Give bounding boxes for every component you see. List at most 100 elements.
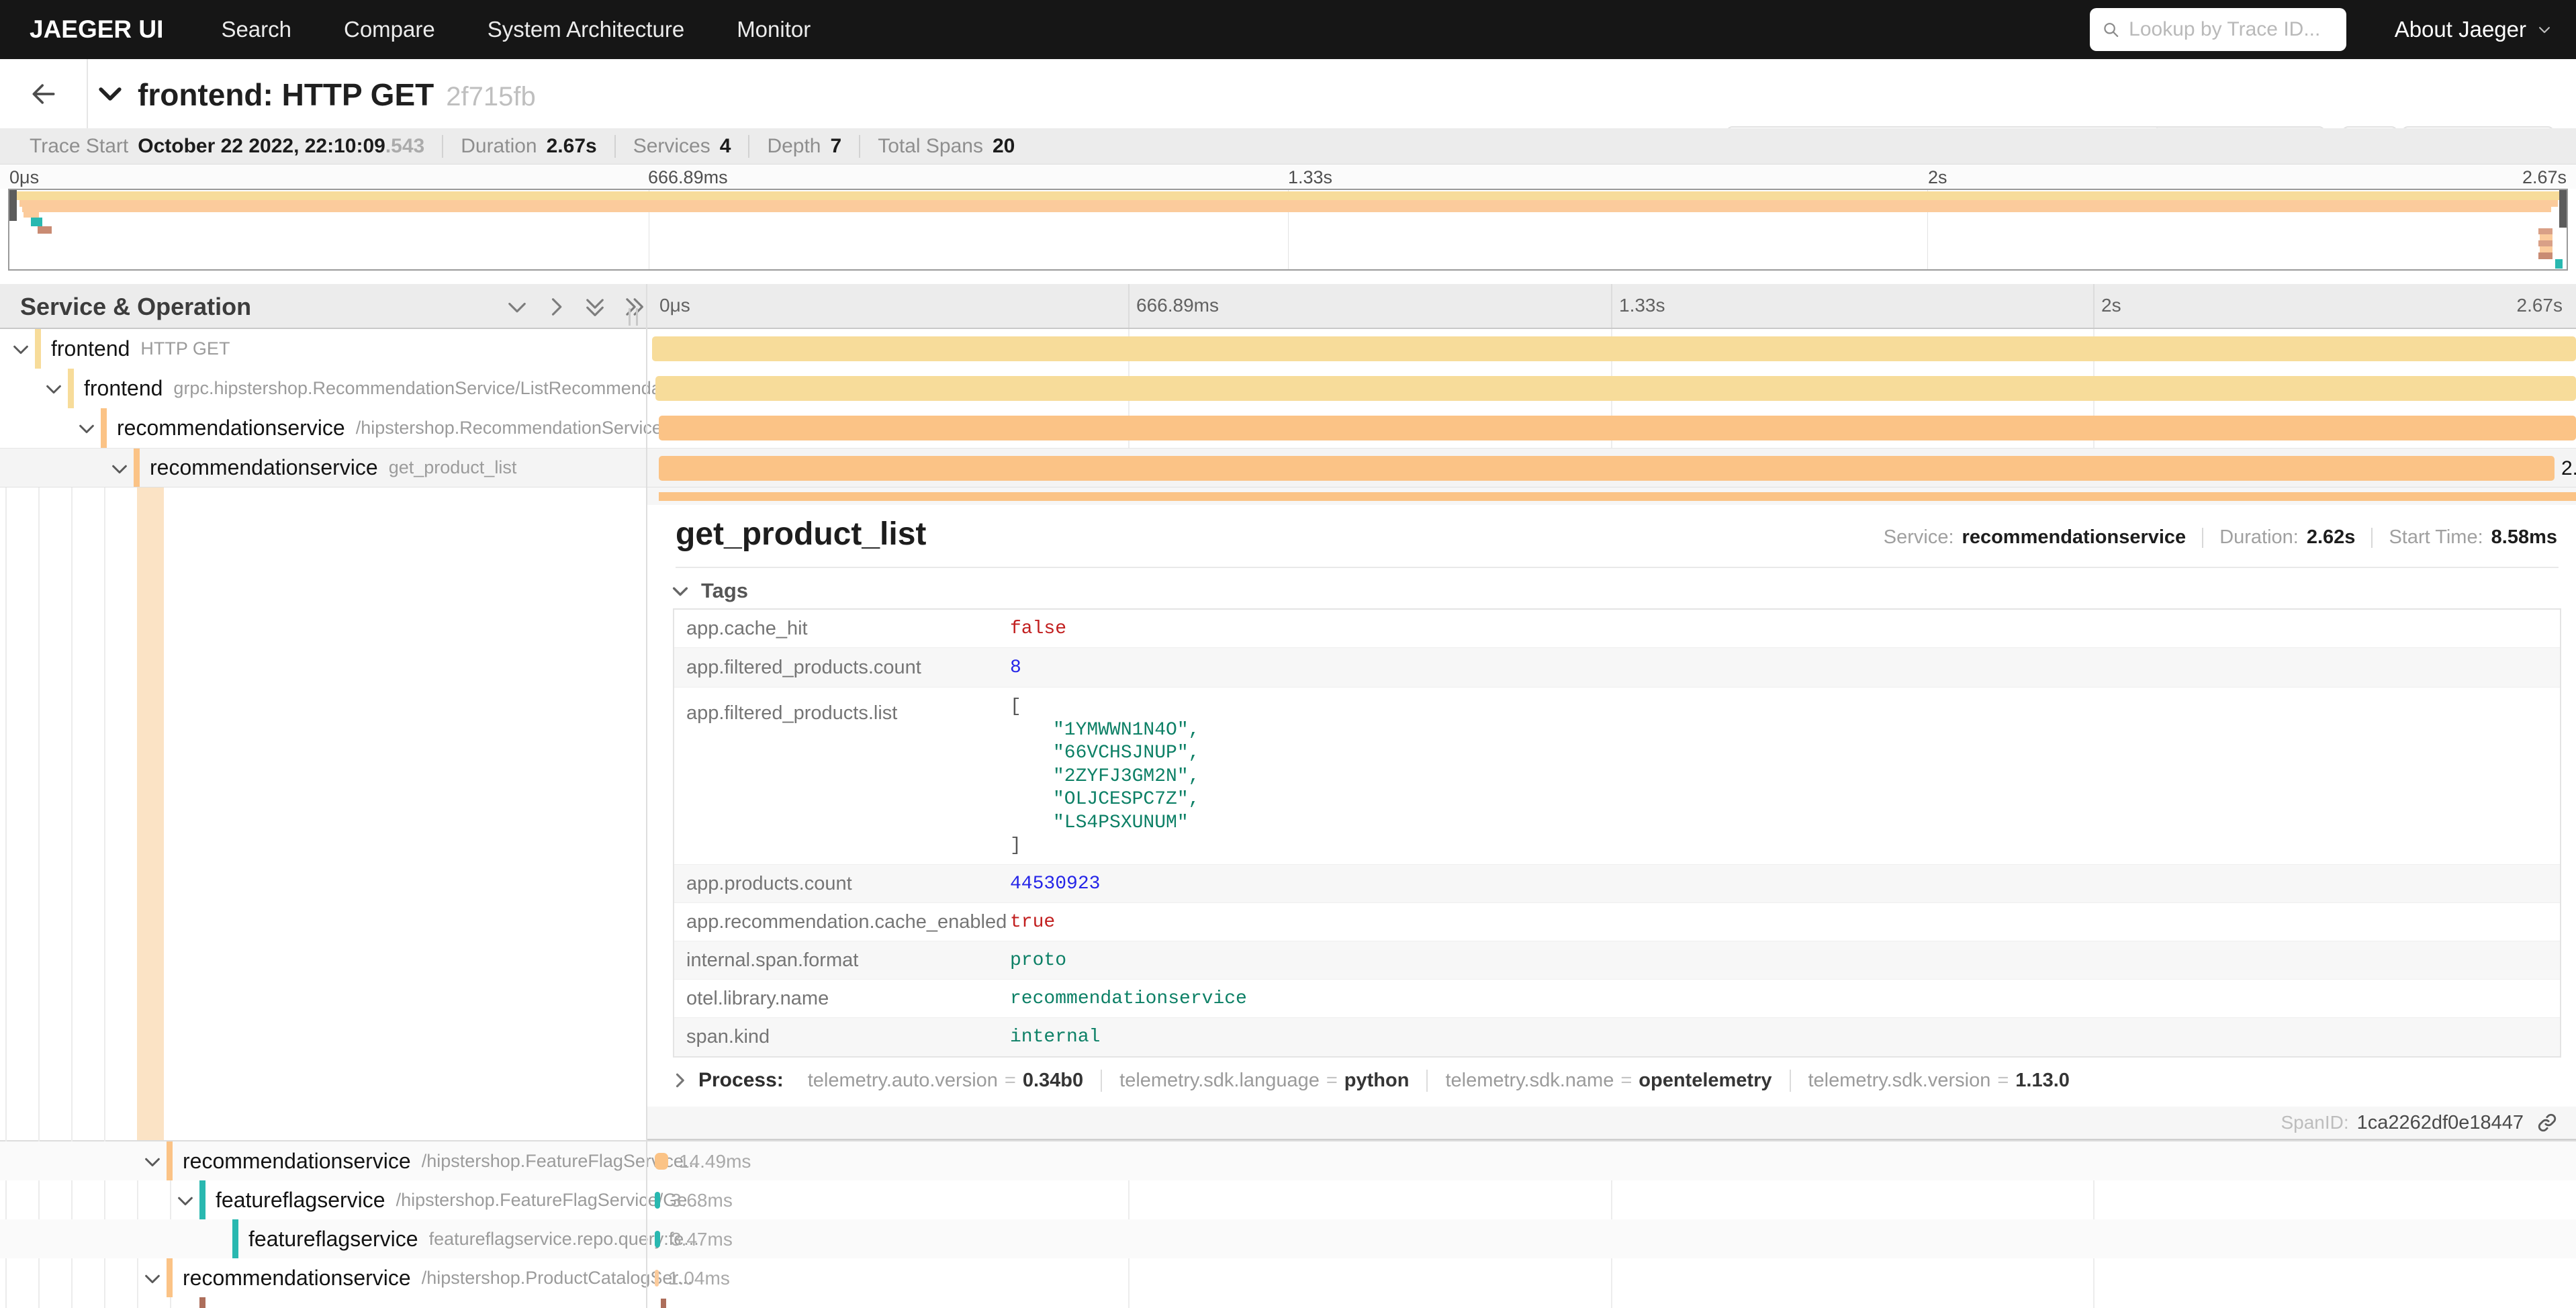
about-jaeger-menu[interactable]: About Jaeger [2395,17,2552,42]
tag-key: app.filtered_products.count [674,648,1010,687]
search-icon [2102,19,2119,40]
span-duration-bar[interactable] [652,336,2576,361]
span-row-names[interactable]: recommendationservice get_product_list [150,449,516,487]
tag-row: app.cache_hit false [674,610,2560,648]
row-collapse-chevron-icon[interactable] [44,379,64,399]
span-duration-label: 3.47ms [671,1229,733,1250]
minimap-span-bar [22,207,2551,212]
collapse-all-icon[interactable] [583,295,607,319]
span-row-frontend-grpc[interactable]: frontend grpc.hipstershop.Recommendation… [0,369,2576,408]
meta-separator [2371,528,2373,548]
tag-value: recommendationservice [1010,980,1247,1017]
top-nav: JAEGER UI Search Compare System Architec… [0,0,2576,59]
row-collapse-chevron-icon[interactable] [11,339,31,359]
service-name: recommendationservice [183,1266,411,1291]
span-duration-bar[interactable] [655,1192,660,1209]
minimap-span-bar [16,191,2563,200]
nav-item-system-architecture[interactable]: System Architecture [488,17,684,42]
nav-item-monitor[interactable]: Monitor [737,17,811,42]
tags-table: app.cache_hit false app.filtered_product… [673,608,2561,1058]
operation-name: grpc.hipstershop.RecommendationService/L… [173,378,699,399]
span-duration-bar[interactable] [659,456,2555,481]
tree-guide-line [5,487,7,1141]
tag-row: app.products.count 44530923 [674,865,2560,903]
span-duration-bar[interactable] [661,1299,666,1308]
list-item: "2ZYFJ3GM2N", [1010,765,1199,789]
back-arrow-icon [29,79,58,109]
row-collapse-chevron-icon[interactable] [77,418,97,438]
collapse-trace-chevron-icon[interactable] [95,79,125,109]
deep-link-icon[interactable] [2536,1111,2559,1134]
span-row-productcatalog-parent[interactable]: recommendationservice /hipstershop.Produ… [0,1258,2576,1297]
detail-duration-label: Duration: [2219,526,2299,549]
tag-key: app.filtered_products.list [674,688,1010,864]
detail-span-strip-bar[interactable] [659,492,2576,501]
span-row-names[interactable]: frontend HTTP GET [51,329,230,369]
span-row-featureflagservice[interactable]: featureflagservice /hipstershop.FeatureF… [0,1180,2576,1219]
span-duration-bar[interactable] [655,1231,660,1248]
span-duration-bar[interactable] [655,376,2576,401]
tag-key: internal.span.format [674,941,1010,979]
row-collapse-chevron-icon[interactable] [142,1268,163,1289]
stat-depth: Depth 7 [748,135,859,158]
nav-item-search[interactable]: Search [221,17,291,42]
about-jaeger-label: About Jaeger [2395,17,2526,42]
span-row-names[interactable]: frontend grpc.hipstershop.Recommendation… [84,369,700,408]
span-row-names[interactable]: recommendationservice /hipstershop.Recom… [117,408,705,448]
row-collapse-chevron-icon[interactable] [175,1190,195,1211]
timeline-header: Service & Operation 0μs 666.89ms 1.33s 2… [0,284,2576,329]
tag-value: 44530923 [1010,865,1100,902]
tree-guide-line [38,487,40,1141]
brand-logo[interactable]: JAEGER UI [30,15,163,44]
span-row-names[interactable]: featureflagservice featureflagservice.re… [248,1219,699,1258]
service-name: recommendationservice [117,416,345,440]
span-row-names[interactable]: recommendationservice /hipstershop.Featu… [183,1141,698,1180]
expand-one-icon[interactable] [544,295,568,319]
minimap-left-scrubber-handle[interactable] [9,190,17,221]
tag-row: otel.library.name recommendationservice [674,980,2560,1018]
row-collapse-chevron-icon[interactable] [142,1152,163,1172]
duration-value: 2.67s [547,135,597,158]
process-tag: telemetry.sdk.version = 1.13.0 [1790,1070,2087,1092]
operation-name: /hipstershop.ProductCatalogSer... [422,1268,693,1289]
span-row-get-product-list-selected[interactable]: recommendationservice get_product_list 2… [0,448,2576,487]
row-collapse-chevron-icon[interactable] [109,459,130,479]
tag-value-list: [ "1YMWWN1N4O", "66VCHSJNUP", "2ZYFJ3GM2… [1010,688,1199,864]
process-section-toggle[interactable]: Process: telemetry.auto.version = 0.34b0… [670,1066,2087,1094]
equals-sign: = [1005,1070,1016,1092]
process-key: telemetry.sdk.name [1445,1070,1614,1092]
back-button[interactable] [0,59,88,128]
span-row-recommendation-list[interactable]: recommendationservice /hipstershop.Recom… [0,408,2576,448]
span-row-partial[interactable] [0,1297,2576,1308]
service-color-bar [35,329,41,369]
column-divider[interactable] [646,284,647,1308]
span-duration-bar[interactable] [659,416,2576,440]
minimap-span-bar [24,212,39,218]
span-duration-label: 3.68ms [671,1190,733,1211]
expanded-span-accent-band [137,487,164,1140]
span-row-names[interactable]: featureflagservice /hipstershop.FeatureF… [216,1180,702,1219]
list-item: "OLJCESPC7Z", [1010,788,1199,812]
span-duration-bar[interactable] [655,1153,668,1170]
span-row-names[interactable]: recommendationservice /hipstershop.Produ… [183,1258,692,1297]
trace-id-lookup-input[interactable] [2129,18,2334,41]
trace-start-fraction: .543 [385,135,424,158]
chevron-right-icon [670,1071,689,1090]
span-duration-bar[interactable] [655,1270,659,1287]
timeline-tick-1: 666.89ms [1136,295,1219,316]
span-row-featureflag-repo-query[interactable]: featureflagservice featureflagservice.re… [0,1219,2576,1258]
column-resize-grip[interactable] [629,308,638,326]
process-tag: telemetry.sdk.name = opentelemetry [1426,1070,1789,1092]
service-color-bar [134,449,140,487]
collapse-one-icon[interactable] [505,295,529,319]
span-row-frontend-http-get[interactable]: frontend HTTP GET [0,329,2576,369]
list-close-bracket: ] [1010,835,1199,858]
nav-item-compare[interactable]: Compare [344,17,435,42]
process-tag: telemetry.auto.version = 0.34b0 [790,1070,1101,1092]
span-row-featureflag-parent[interactable]: recommendationservice /hipstershop.Featu… [0,1141,2576,1180]
tags-section-toggle[interactable]: Tags [670,579,748,603]
jaeger-trace-page: JAEGER UI Search Compare System Architec… [0,0,2576,1308]
trace-minimap[interactable] [8,189,2568,271]
stat-duration: Duration 2.67s [442,135,614,158]
minimap-right-scrubber-handle[interactable] [2559,190,2567,228]
